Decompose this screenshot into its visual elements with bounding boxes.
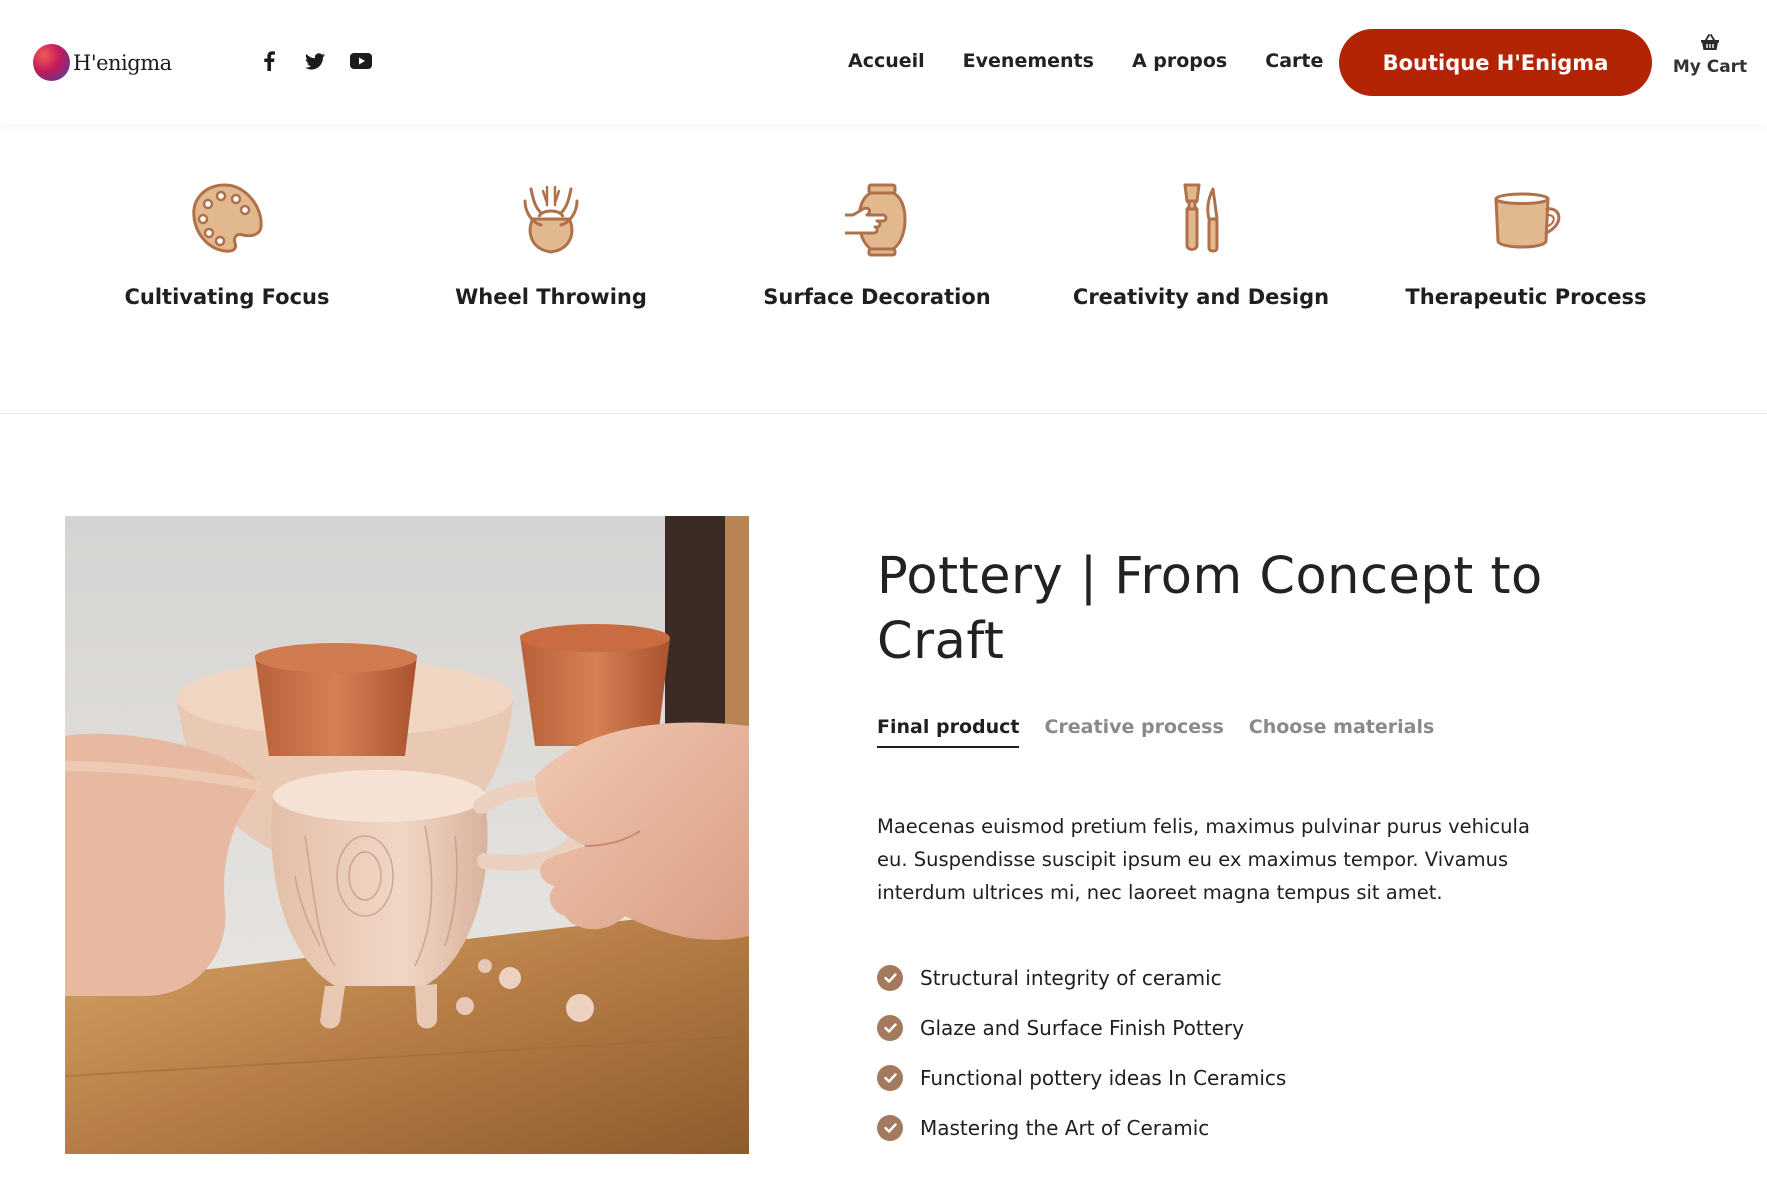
check-circle-icon: [877, 1065, 903, 1091]
facebook-icon[interactable]: [256, 48, 282, 74]
list-item: Glaze and Surface Finish Pottery: [877, 1003, 1286, 1053]
feature-label: Wheel Throwing: [455, 285, 647, 309]
list-item-label: Glaze and Surface Finish Pottery: [920, 1016, 1244, 1040]
page-title: Pottery | From Concept to Craft: [877, 547, 1543, 671]
list-item: Mastering the Art of Ceramic: [877, 1103, 1286, 1153]
tab-creative-process[interactable]: Creative process: [1044, 716, 1223, 748]
main-nav: Accueil Evenements A propos Carte: [848, 48, 1361, 74]
feature-label: Surface Decoration: [763, 285, 991, 309]
feature-cultivating-focus[interactable]: Cultivating Focus: [77, 179, 377, 309]
feature-label: Therapeutic Process: [1405, 285, 1647, 309]
nav-item-carte[interactable]: Carte: [1265, 48, 1323, 74]
shop-button[interactable]: Boutique H'Enigma: [1339, 29, 1652, 96]
list-item-label: Functional pottery ideas In Ceramics: [920, 1066, 1287, 1090]
description-text: Maecenas euismod pretium felis, maximus …: [877, 815, 1530, 904]
pottery-wheel-icon: [523, 185, 579, 254]
list-item: Functional pottery ideas In Ceramics: [877, 1053, 1286, 1103]
feature-creativity-design[interactable]: Creativity and Design: [1051, 179, 1351, 309]
feature-wheel-throwing[interactable]: Wheel Throwing: [401, 179, 701, 309]
feature-therapeutic-process[interactable]: Therapeutic Process: [1376, 179, 1676, 309]
feature-checklist: Structural integrity of ceramic Glaze an…: [877, 953, 1286, 1153]
list-item-label: Mastering the Art of Ceramic: [920, 1116, 1210, 1140]
site-header: H'enigma Accueil Evenements A propos Car…: [0, 0, 1767, 124]
tools-icon: [1183, 183, 1219, 253]
cup-icon: [1494, 192, 1561, 249]
social-links: [256, 48, 374, 74]
youtube-icon[interactable]: [348, 48, 374, 74]
check-circle-icon: [877, 965, 903, 991]
feature-label: Cultivating Focus: [124, 285, 330, 309]
check-circle-icon: [877, 1115, 903, 1141]
basket-icon: [1701, 34, 1719, 50]
features-section: Cultivating Focus Wheel Throwing Surface…: [0, 124, 1767, 414]
logo-mark-icon: [33, 44, 70, 81]
brand-name: H'enigma: [73, 50, 172, 75]
list-item: Structural integrity of ceramic: [877, 953, 1286, 1003]
pottery-photo: [65, 516, 749, 1154]
vase-hand-icon: [845, 183, 907, 257]
cart-label: My Cart: [1672, 57, 1748, 77]
palette-icon: [192, 183, 263, 253]
feature-label: Creativity and Design: [1072, 285, 1330, 309]
check-circle-icon: [877, 1015, 903, 1041]
tab-final-product[interactable]: Final product: [877, 716, 1020, 748]
nav-item-accueil[interactable]: Accueil: [848, 48, 925, 74]
feature-surface-decoration[interactable]: Surface Decoration: [727, 179, 1027, 309]
content-tabs: Final product Creative process Choose ma…: [877, 716, 1434, 748]
list-item-label: Structural integrity of ceramic: [920, 966, 1222, 990]
nav-item-a-propos[interactable]: A propos: [1132, 48, 1227, 74]
twitter-icon[interactable]: [302, 48, 328, 74]
brand-logo[interactable]: H'enigma: [33, 44, 172, 81]
nav-item-evenements[interactable]: Evenements: [963, 48, 1094, 74]
tab-choose-materials[interactable]: Choose materials: [1249, 716, 1435, 748]
cart-button[interactable]: My Cart: [1670, 34, 1750, 77]
